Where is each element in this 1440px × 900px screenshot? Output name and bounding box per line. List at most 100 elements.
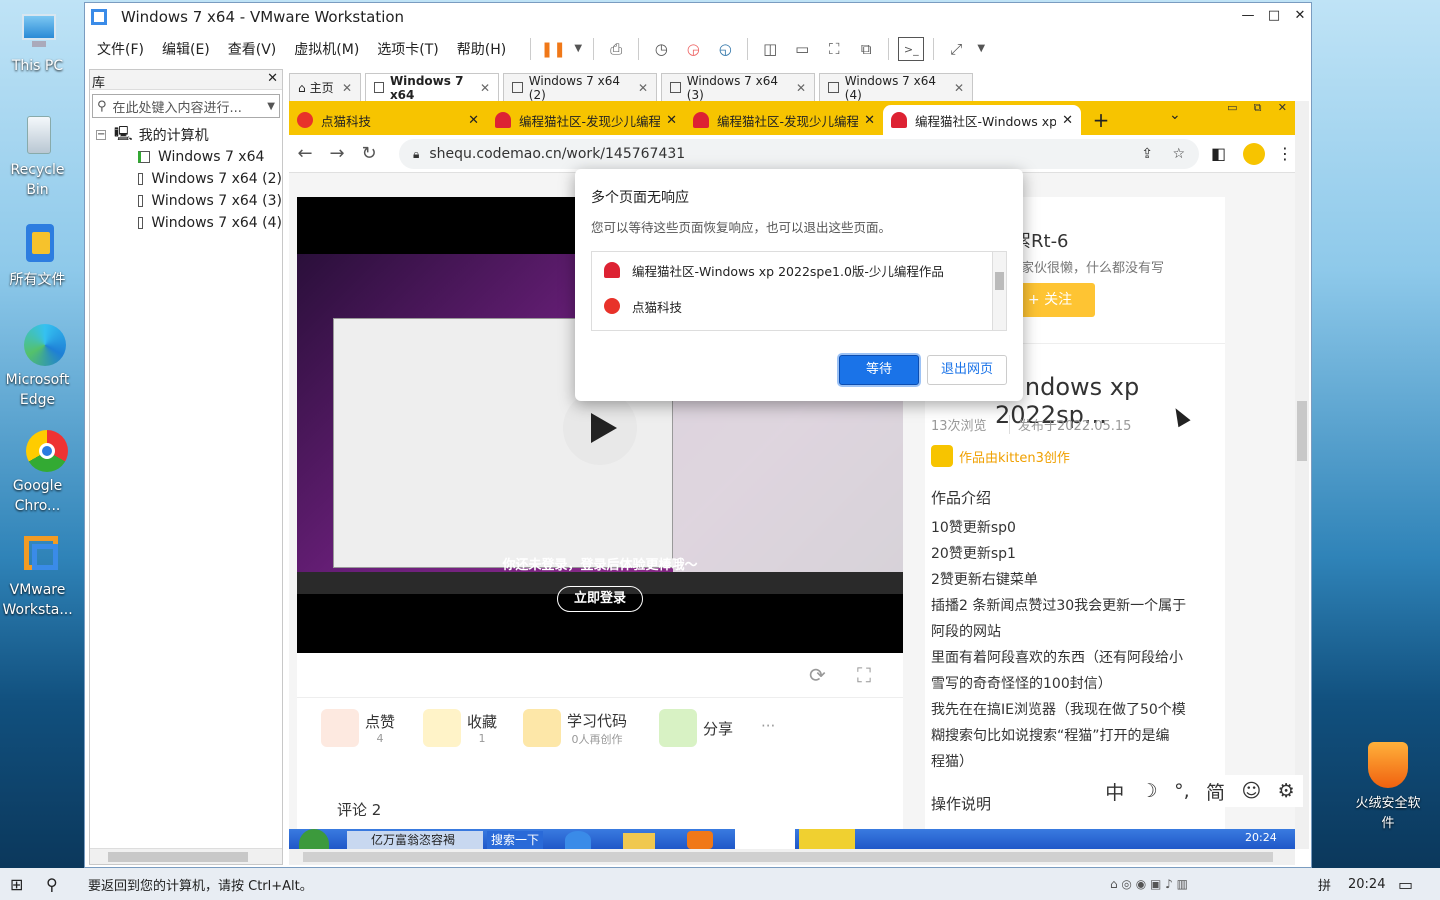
omnibox[interactable]: 🔒︎ shequ.codemao.cn/work/145767431 ⇪ ☆ (399, 139, 1199, 169)
desktop-icon-all-files[interactable]: 所有文件 (0, 222, 75, 290)
title-bar[interactable]: Windows 7 x64 - VMware Workstation — □ ✕ (85, 3, 1311, 31)
fullscreen-icon[interactable]: ⛶ (821, 37, 847, 61)
send-keys-icon[interactable]: ⎙ (603, 37, 629, 61)
more-button[interactable]: ··· (761, 717, 775, 735)
desktop-icon-chrome-dev[interactable]: Google Chro... (0, 428, 75, 516)
vm-vertical-scrollbar[interactable] (1295, 101, 1309, 849)
taskbar-item[interactable]: 搜索一下 (487, 831, 543, 849)
ie-icon[interactable] (565, 831, 591, 849)
close-button[interactable]: ✕ (1287, 3, 1313, 29)
tab-win7-4[interactable]: Windows 7 x64 (4) ✕ (819, 73, 973, 102)
side-panel-icon[interactable]: ◧ (1211, 144, 1226, 163)
desktop-icon-edge[interactable]: Microsoft Edge (0, 322, 75, 410)
menu-help[interactable]: 帮助(H) (457, 39, 506, 59)
menu-kebab-icon[interactable]: ⋮ (1277, 144, 1293, 163)
inner-window-controls[interactable]: ▭ ⧉ ✕ (1219, 101, 1295, 117)
chrome-tab-3[interactable]: 编程猫社区-发现少儿编程 ✕ (685, 105, 883, 135)
made-by-link[interactable]: 作品由kitten3创作 (959, 447, 1070, 466)
chrome-tab-1[interactable]: 点猫科技 ✕ (289, 105, 487, 135)
menu-vm[interactable]: 虚拟机(M) (294, 39, 359, 59)
revert-snapshot-icon[interactable]: ◶ (680, 37, 706, 61)
close-icon[interactable]: ✕ (638, 81, 648, 95)
restore-icon[interactable]: ⧉ (1254, 101, 1262, 117)
avatar[interactable] (1243, 142, 1265, 165)
chevron-down-icon[interactable]: ▼ (572, 37, 584, 61)
tab-win7-1[interactable]: Windows 7 x64 ✕ (365, 73, 499, 102)
tab-home[interactable]: ⌂ 主页 ✕ (289, 73, 361, 101)
list-item[interactable]: 点猫科技 (592, 288, 1006, 324)
login-button[interactable]: 立即登录 (557, 586, 643, 612)
menu-tabs[interactable]: 选项卡(T) (377, 39, 438, 59)
chrome-icon[interactable] (735, 829, 795, 849)
sidebar-view-icon[interactable]: ◫ (757, 37, 783, 61)
host-clock[interactable]: 20:24 (1348, 877, 1385, 892)
snapshot-icon[interactable]: ◷ (648, 37, 674, 61)
folder-icon[interactable] (623, 833, 655, 849)
vm-horizontal-scrollbar[interactable] (289, 849, 1295, 865)
notification-icon[interactable]: ▭ (1398, 875, 1413, 894)
wait-button[interactable]: 等待 (839, 355, 919, 385)
tree-item-vm-1[interactable]: Windows 7 x64 (96, 146, 282, 168)
vm-console[interactable]: 点猫科技 ✕ 编程猫社区-发现少儿编程 ✕ 编程猫社区-发现少儿编程 ✕ 编程猫… (289, 101, 1295, 849)
stretch-icon[interactable]: ⤢ (943, 37, 969, 61)
reload-icon[interactable]: ↻ (353, 143, 385, 164)
desktop-icon-recycle-bin[interactable]: Recycle Bin (0, 112, 75, 200)
tree-item-vm-4[interactable]: Windows 7 x64 (4) (96, 212, 282, 234)
tab-search-button[interactable]: ⌄ (1169, 107, 1181, 123)
desktop-icon-vmware[interactable]: VMware Worksta... (0, 532, 75, 620)
close-icon[interactable]: ✕ (666, 113, 677, 128)
play-button[interactable] (563, 391, 637, 465)
windows-start-icon[interactable]: ⊞ (10, 875, 38, 894)
snapshot-manager-icon[interactable]: ◵ (712, 37, 738, 61)
thumbnail-view-icon[interactable]: ▭ (789, 37, 815, 61)
bookmark-star-icon[interactable]: ☆ (1172, 146, 1185, 162)
taskbar-item[interactable]: 亿万富翁恣容褐 (347, 831, 483, 849)
menu-edit[interactable]: 编辑(E) (162, 39, 210, 59)
ime-simplified-toggle[interactable]: 简 (1206, 778, 1225, 805)
close-icon[interactable]: ✕ (342, 81, 352, 95)
close-icon[interactable]: ✕ (1062, 113, 1073, 128)
unity-icon[interactable]: ⧉ (853, 37, 879, 61)
close-icon[interactable]: ✕ (1278, 101, 1287, 117)
ime-chinese-toggle[interactable]: 中 (1105, 778, 1124, 805)
tree-root-my-computer[interactable]: − 🖳 我的计算机 (96, 124, 282, 146)
chrome-window[interactable]: 点猫科技 ✕ 编程猫社区-发现少儿编程 ✕ 编程猫社区-发现少儿编程 ✕ 编程猫… (289, 101, 1295, 829)
back-icon[interactable]: ← (289, 143, 321, 164)
learn-code-button[interactable]: 学习代码 0人再创作 (523, 709, 627, 747)
share-button[interactable]: 分享 (659, 709, 733, 747)
pause-icon[interactable]: ❚❚ (540, 37, 566, 61)
moon-icon[interactable]: ☽ (1141, 780, 1158, 802)
start-orb-icon[interactable] (299, 829, 329, 849)
library-scrollbar[interactable] (90, 848, 282, 864)
emoji-icon[interactable]: ☺ (1241, 780, 1261, 802)
list-item[interactable]: 编程猫社区-Windows xp 2022spe1.0版-少儿编程作品 (592, 252, 1006, 288)
tree-item-vm-2[interactable]: Windows 7 x64 (2) (96, 168, 282, 190)
minimize-icon[interactable]: ▭ (1227, 101, 1237, 117)
favorite-button[interactable]: 收藏 1 (423, 709, 497, 747)
vmware-window[interactable]: Windows 7 x64 - VMware Workstation — □ ✕… (84, 2, 1312, 868)
close-icon[interactable]: ✕ (267, 71, 278, 86)
media-icon[interactable] (687, 831, 713, 849)
fullscreen-icon[interactable]: ⛶ (857, 663, 871, 687)
tab-win7-3[interactable]: Windows 7 x64 (3) ✕ (661, 73, 815, 102)
unresponsive-dialog[interactable]: 多个页面无响应 您可以等待这些页面恢复响应，也可以退出这些页面。 编程猫社区-W… (575, 169, 1023, 401)
close-icon[interactable]: ✕ (864, 113, 875, 128)
search-icon[interactable]: ⚲ (46, 875, 74, 894)
collapse-icon[interactable]: − (96, 130, 106, 140)
share-icon[interactable]: ⇪ (1141, 146, 1153, 162)
exit-page-button[interactable]: 退出网页 (927, 355, 1007, 385)
close-icon[interactable]: ✕ (954, 81, 964, 95)
desktop-icon-huorong[interactable]: 火绒安全软件 (1350, 742, 1426, 834)
punctuation-icon[interactable]: °, (1174, 780, 1190, 802)
chrome-tab-2[interactable]: 编程猫社区-发现少儿编程 ✕ (487, 105, 685, 135)
new-tab-button[interactable]: + (1081, 105, 1121, 135)
chevron-down-icon[interactable]: ▼ (267, 101, 275, 112)
chrome-tab-4[interactable]: 编程猫社区-Windows xp ✕ (883, 105, 1081, 135)
console-icon[interactable]: >_ (898, 37, 925, 61)
close-icon[interactable]: ✕ (796, 81, 806, 95)
maximize-button[interactable]: □ (1261, 3, 1287, 29)
minimize-button[interactable]: — (1235, 3, 1261, 29)
ime-layout-icon[interactable]: 拼 (1318, 875, 1331, 894)
tab-win7-2[interactable]: Windows 7 x64 (2) ✕ (503, 73, 657, 102)
gear-icon[interactable]: ⚙ (1278, 780, 1295, 802)
